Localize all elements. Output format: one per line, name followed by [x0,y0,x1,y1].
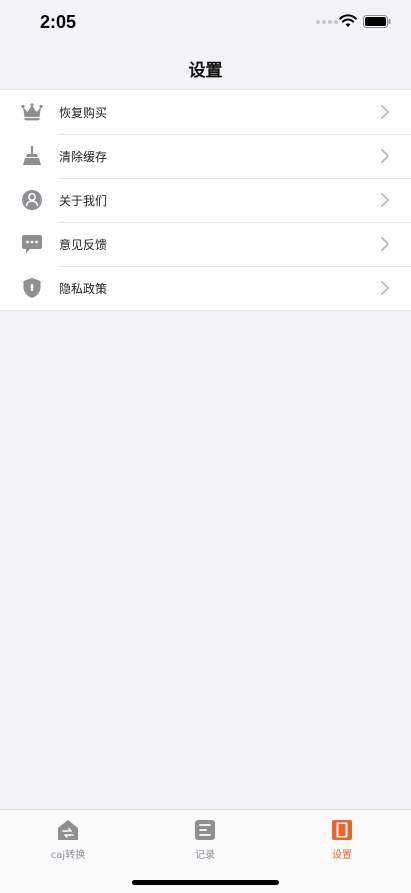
settings-row-privacy-policy[interactable]: 隐私政策 [0,266,411,310]
chat-bubble-icon [20,233,44,255]
settings-row-feedback[interactable]: 意见反馈 [0,222,411,266]
settings-row-label: 关于我们 [59,194,108,208]
wifi-icon [339,14,357,27]
tab-caj-convert[interactable]: caj转换 [28,818,108,861]
settings-book-icon [332,820,352,840]
chevron-right-icon [381,105,389,119]
settings-row-label: 隐私政策 [59,282,108,296]
settings-row-label: 意见反馈 [59,238,108,252]
person-icon [20,189,44,211]
tab-label: caj转换 [50,850,86,861]
status-bar: 2:05 [0,0,411,44]
nav-bar: 设置 [0,44,411,89]
settings-row-label: 恢复购买 [59,106,108,120]
home-convert-icon [58,820,78,840]
shield-icon [20,277,44,299]
chevron-right-icon [381,149,389,163]
settings-row-about-us[interactable]: 关于我们 [0,178,411,222]
tab-settings[interactable]: 设置 [302,818,382,861]
broom-icon [20,145,44,167]
battery-icon [363,15,391,28]
tab-label: 记录 [195,850,215,861]
page-title: 设置 [188,61,223,81]
settings-row-restore-purchase[interactable]: 恢复购买 [0,90,411,134]
status-time: 2:05 [40,12,77,32]
tab-records[interactable]: 记录 [165,818,245,861]
crown-icon [20,101,44,123]
settings-list: 恢复购买 清除缓存 关于我们 意见反馈 隐私政策 [0,89,411,311]
settings-row-clear-cache[interactable]: 清除缓存 [0,134,411,178]
cellular-signal-icon [316,20,338,24]
tab-label: 设置 [332,850,352,861]
record-list-icon [195,820,215,840]
settings-screen: 2:05 设置 恢复购买 清除缓存 关于我们 意见反馈 隐私政策 caj转换 记… [0,0,411,893]
chevron-right-icon [381,281,389,295]
chevron-right-icon [381,193,389,207]
home-indicator[interactable] [132,880,279,885]
chevron-right-icon [381,237,389,251]
settings-row-label: 清除缓存 [59,150,108,164]
